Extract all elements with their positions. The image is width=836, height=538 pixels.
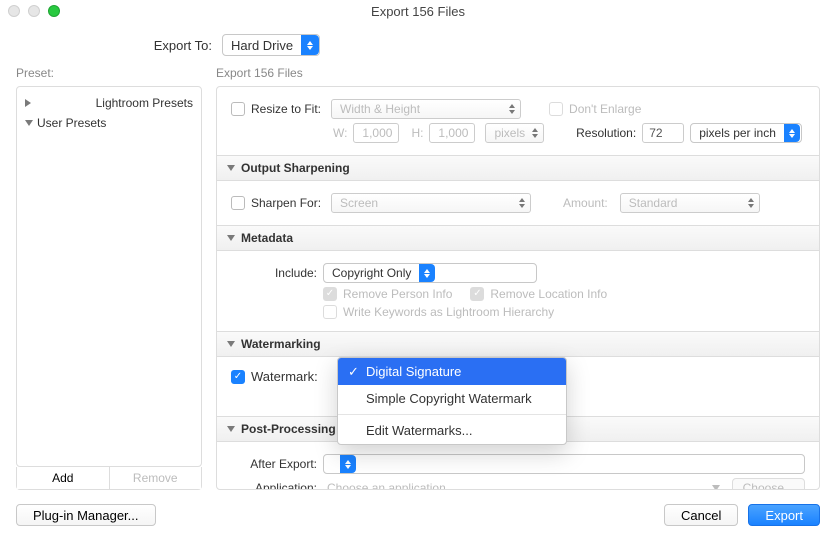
disclosure-down-icon (227, 341, 235, 347)
export-to-label: Export To: (0, 38, 212, 53)
after-export-select[interactable] (323, 454, 805, 474)
resize-mode-select: Width & Height (331, 99, 521, 119)
metadata-title: Metadata (241, 231, 293, 245)
select-arrows-icon (419, 264, 435, 282)
watermark-option[interactable]: Simple Copyright Watermark (338, 385, 566, 412)
export-button[interactable]: Export (748, 504, 820, 526)
disclosure-right-icon (25, 99, 92, 107)
sharpen-for-label: Sharpen For: (251, 196, 321, 210)
export-to-select[interactable]: Hard Drive (222, 34, 320, 56)
width-input: 1,000 (353, 123, 399, 143)
sharpen-for-checkbox[interactable] (231, 196, 245, 210)
sharpen-amount-label: Amount: (563, 196, 608, 210)
output-sharpening-title: Output Sharpening (241, 161, 350, 175)
resolution-input[interactable]: 72 (642, 123, 684, 143)
plugin-manager-button[interactable]: Plug-in Manager... (16, 504, 156, 526)
menu-separator (338, 414, 566, 415)
preset-add-button[interactable]: Add (17, 467, 109, 489)
watermarking-title: Watermarking (241, 337, 321, 351)
resize-to-fit-checkbox[interactable] (231, 102, 245, 116)
window-minimize-button[interactable] (28, 5, 40, 17)
write-keywords-checkbox (323, 305, 337, 319)
write-keywords-label: Write Keywords as Lightroom Hierarchy (343, 305, 554, 319)
preset-item-user[interactable]: User Presets (25, 113, 193, 133)
export-files-label: Export 156 Files (216, 66, 820, 80)
metadata-header[interactable]: Metadata (217, 225, 819, 251)
chevron-down-icon (712, 485, 720, 490)
select-arrows-icon (301, 35, 319, 55)
resize-to-fit-label: Resize to Fit: (251, 102, 321, 116)
dimension-unit-select: pixels (485, 123, 544, 143)
sharpen-for-select: Screen (331, 193, 531, 213)
select-arrows-icon (340, 455, 356, 473)
resolution-unit-select[interactable]: pixels per inch (690, 123, 802, 143)
height-input: 1,000 (429, 123, 475, 143)
preset-label: Preset: (16, 66, 202, 80)
watermark-dropdown-popup: Digital Signature Simple Copyright Water… (337, 357, 567, 445)
watermark-checkbox[interactable] (231, 370, 245, 384)
after-export-label: After Export: (231, 457, 317, 471)
edit-watermarks-option[interactable]: Edit Watermarks... (338, 417, 566, 444)
watermarking-header[interactable]: Watermarking (217, 331, 819, 357)
window-title: Export 156 Files (371, 4, 465, 19)
preset-item-label: User Presets (37, 116, 106, 130)
watermark-label: Watermark: (251, 369, 318, 384)
export-to-value: Hard Drive (231, 38, 293, 53)
resolution-unit-value: pixels per inch (699, 126, 776, 140)
watermark-option-selected[interactable]: Digital Signature (338, 358, 566, 385)
width-label: W: (333, 126, 347, 140)
preset-item-lightroom[interactable]: Lightroom Presets (25, 93, 193, 113)
include-label: Include: (231, 266, 317, 280)
remove-location-checkbox (470, 287, 484, 301)
remove-person-checkbox (323, 287, 337, 301)
cancel-button[interactable]: Cancel (664, 504, 738, 526)
disclosure-down-icon (227, 426, 235, 432)
window-zoom-button[interactable] (48, 5, 60, 17)
remove-person-label: Remove Person Info (343, 287, 452, 301)
resolution-label: Resolution: (576, 126, 636, 140)
preset-item-label: Lightroom Presets (96, 96, 193, 110)
remove-location-label: Remove Location Info (490, 287, 607, 301)
post-processing-title: Post-Processing (241, 422, 336, 436)
include-value: Copyright Only (332, 266, 411, 280)
output-sharpening-header[interactable]: Output Sharpening (217, 155, 819, 181)
application-placeholder: Choose an application... (323, 481, 706, 490)
disclosure-down-icon (227, 235, 235, 241)
disclosure-down-icon (25, 120, 33, 126)
select-arrows-icon (784, 124, 800, 142)
window-close-button[interactable] (8, 5, 20, 17)
height-label: H: (411, 126, 423, 140)
sharpen-amount-select: Standard (620, 193, 760, 213)
dont-enlarge-checkbox (549, 102, 563, 116)
choose-application-button: Choose... (732, 478, 805, 490)
disclosure-down-icon (227, 165, 235, 171)
application-label: Application: (231, 481, 317, 490)
dont-enlarge-label: Don't Enlarge (569, 102, 641, 116)
preset-list: Lightroom Presets User Presets (16, 86, 202, 467)
preset-remove-button: Remove (109, 467, 202, 489)
include-select[interactable]: Copyright Only (323, 263, 537, 283)
